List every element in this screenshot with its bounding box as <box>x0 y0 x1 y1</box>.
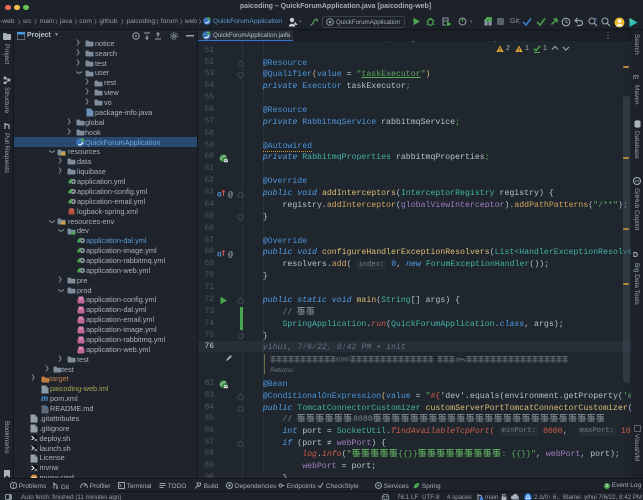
svg-text:@: @ <box>228 249 233 257</box>
svg-text:o: o <box>217 191 222 199</box>
svg-text:@: @ <box>228 190 233 198</box>
svg-text:o: o <box>217 250 222 258</box>
